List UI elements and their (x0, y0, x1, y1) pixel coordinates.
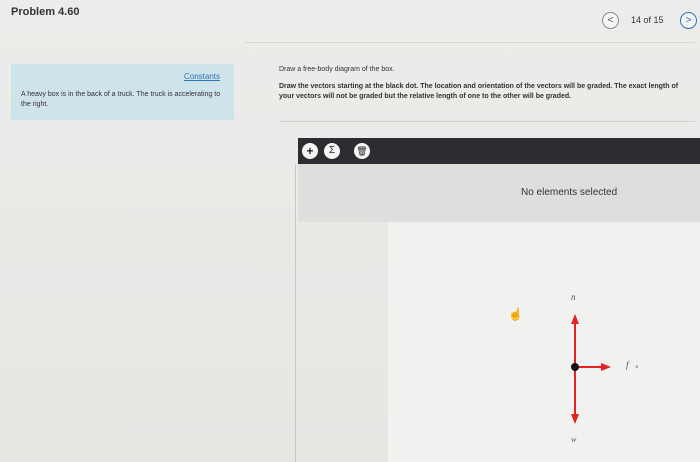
sum-vectors-button[interactable]: Σ (324, 143, 340, 159)
delete-button[interactable]: 🗑 (354, 143, 370, 159)
chevron-right-icon: > (685, 15, 692, 26)
plus-icon: + (306, 144, 314, 158)
selection-status-bar (298, 164, 700, 222)
header-divider (245, 42, 695, 43)
drawing-canvas[interactable] (388, 222, 700, 462)
page-background: Problem 4.60 < 14 of 15 > Constants A he… (0, 0, 700, 462)
question-instructions: Draw the vectors starting at the black d… (279, 83, 679, 100)
add-vector-button[interactable]: + (302, 143, 318, 159)
problem-statement: A heavy box is in the back of a truck. T… (21, 91, 221, 108)
weight-label: w⃗ (571, 435, 583, 444)
weight-arrowhead (571, 414, 579, 424)
header: Problem 4.60 < 14 of 15 > (0, 0, 700, 34)
origin-dot[interactable] (571, 363, 579, 371)
previous-problem-button[interactable]: < (602, 12, 619, 29)
next-problem-button[interactable]: > (680, 12, 697, 29)
chevron-left-icon: < (607, 15, 614, 26)
workspace-left-edge (295, 164, 296, 462)
pointer-hand-icon: ☝ (508, 307, 523, 321)
constants-link[interactable]: Constants (184, 72, 220, 81)
normal-force-label: n⃗ (571, 292, 583, 302)
workspace-divider (279, 121, 695, 122)
friction-force-arrowhead (601, 363, 611, 371)
selection-status-text: No elements selected (521, 187, 618, 198)
sigma-icon: Σ (328, 145, 336, 156)
problem-title: Problem 4.60 (11, 6, 80, 18)
trash-icon: 🗑 (356, 146, 368, 156)
normal-force-arrowhead (571, 314, 579, 324)
friction-force-label: f⃗ₛ (626, 360, 639, 370)
drawing-toolbar: + Σ 🗑 (298, 138, 700, 164)
question-prompt: Draw a free-body diagram of the box. (279, 66, 395, 73)
problem-counter: 14 of 15 (631, 15, 664, 25)
free-body-diagram[interactable] (560, 314, 620, 424)
